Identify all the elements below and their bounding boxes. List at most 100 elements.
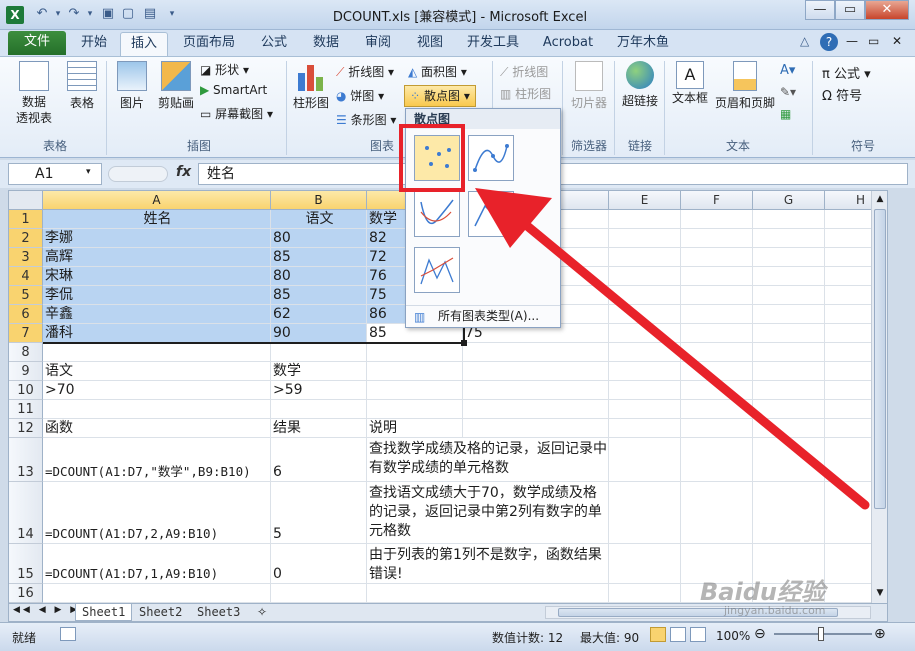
column-chart-button[interactable]: 柱形图 bbox=[292, 61, 330, 111]
scatter-smooth-lines-option[interactable] bbox=[414, 191, 460, 237]
scroll-down-icon[interactable]: ▼ bbox=[872, 585, 887, 601]
slicer-button[interactable]: 切片器 bbox=[568, 61, 610, 111]
cell-a13[interactable]: =DCOUNT(A1:D7,"数学",B9:B10) bbox=[43, 438, 271, 482]
cell-b13[interactable]: 6 bbox=[271, 438, 367, 482]
close-button[interactable]: ✕ bbox=[865, 0, 909, 20]
cell-b3[interactable]: 85 bbox=[271, 248, 367, 267]
undo-icon[interactable]: ↶ bbox=[34, 6, 50, 22]
row-header[interactable]: 5 bbox=[9, 286, 43, 305]
smartart-button[interactable]: ▶ SmartArt bbox=[200, 83, 267, 97]
new-file-icon[interactable]: ▢ bbox=[120, 6, 136, 22]
tab-insert[interactable]: 插入 bbox=[120, 32, 168, 56]
cell-b9[interactable]: 数学 bbox=[271, 362, 367, 381]
cell-b2[interactable]: 80 bbox=[271, 229, 367, 248]
row-header[interactable]: 7 bbox=[9, 324, 43, 343]
pivot-table-button[interactable]: 数据 透视表 bbox=[10, 61, 58, 126]
cell-c12[interactable]: 说明 bbox=[367, 419, 463, 438]
screenshot-button[interactable]: ▭ 屏幕截图 ▾ bbox=[200, 105, 273, 122]
minimize-button[interactable]: — bbox=[805, 0, 835, 20]
undo-dropdown-icon[interactable]: ▾ bbox=[50, 6, 66, 22]
cell-a7[interactable]: 潘科 bbox=[43, 324, 271, 343]
cell-a4[interactable]: 宋琳 bbox=[43, 267, 271, 286]
sheet-tab-3[interactable]: Sheet3 bbox=[191, 604, 246, 621]
row-header[interactable]: 10 bbox=[9, 381, 43, 400]
cell-a16[interactable] bbox=[43, 584, 271, 603]
row-header[interactable]: 11 bbox=[9, 400, 43, 419]
zoom-out-icon[interactable]: ⊖ bbox=[754, 626, 766, 642]
cell-b7[interactable]: 90 bbox=[271, 324, 367, 343]
cell-b10[interactable]: >59 bbox=[271, 381, 367, 400]
tab-home[interactable]: 开始 bbox=[72, 32, 116, 56]
scatter-straight-lines-option[interactable] bbox=[414, 247, 460, 293]
macro-record-icon[interactable] bbox=[60, 627, 76, 641]
excel-app-icon[interactable]: X bbox=[6, 6, 24, 24]
insert-function-icon[interactable]: fx bbox=[176, 164, 191, 180]
equation-button[interactable]: π 公式 ▾ bbox=[822, 63, 871, 82]
cell-a2[interactable]: 李娜 bbox=[43, 229, 271, 248]
help-icon[interactable]: ? bbox=[820, 33, 838, 51]
open-folder-icon[interactable]: ▤ bbox=[142, 6, 158, 22]
wordart-icon[interactable]: A▾ bbox=[780, 63, 795, 78]
row-header[interactable]: 6 bbox=[9, 305, 43, 324]
zoom-level[interactable]: 100% bbox=[716, 629, 750, 643]
tab-view[interactable]: 视图 bbox=[408, 32, 452, 56]
sparkline-column-button[interactable]: ▥ 柱形图 bbox=[500, 85, 551, 102]
zoom-slider-thumb[interactable] bbox=[818, 627, 824, 641]
table-button[interactable]: 表格 bbox=[62, 61, 102, 111]
ribbon-collapse-icon[interactable]: △ bbox=[800, 34, 809, 48]
name-box-dropdown-icon[interactable]: ▾ bbox=[86, 167, 91, 177]
cell-a5[interactable]: 李侃 bbox=[43, 286, 271, 305]
cell-a14[interactable]: =DCOUNT(A1:D7,2,A9:B10) bbox=[43, 482, 271, 544]
cell-b12[interactable]: 结果 bbox=[271, 419, 367, 438]
row-header[interactable]: 4 bbox=[9, 267, 43, 286]
line-chart-button[interactable]: ⟋ 折线图 ▾ bbox=[336, 63, 394, 80]
tab-page-layout[interactable]: 页面布局 bbox=[176, 32, 242, 56]
cell-b11[interactable] bbox=[271, 400, 367, 419]
cell-a8[interactable] bbox=[43, 343, 271, 362]
zoom-in-icon[interactable]: ⊕ bbox=[874, 626, 886, 642]
cell-a10[interactable]: >70 bbox=[43, 381, 271, 400]
cell-b1[interactable]: 语文 bbox=[271, 210, 367, 229]
sheet-tab-2[interactable]: Sheet2 bbox=[133, 604, 188, 621]
page-layout-view-icon[interactable] bbox=[670, 627, 686, 642]
clipart-button[interactable]: 剪贴画 bbox=[156, 61, 196, 111]
tab-formulas[interactable]: 公式 bbox=[252, 32, 296, 56]
cell-a6[interactable]: 辛鑫 bbox=[43, 305, 271, 324]
scatter-smooth-lines-markers-option[interactable] bbox=[468, 135, 514, 181]
cell-b8[interactable] bbox=[271, 343, 367, 362]
symbol-button[interactable]: Ω 符号 bbox=[822, 85, 862, 104]
cell-c9[interactable] bbox=[367, 362, 463, 381]
row-header[interactable]: 14 bbox=[9, 482, 43, 544]
maximize-button[interactable]: ▭ bbox=[835, 0, 865, 20]
tab-developer[interactable]: 开发工具 bbox=[458, 32, 528, 56]
cell-c15[interactable]: 由于列表的第1列不是数字，函数结果错误! bbox=[367, 544, 609, 584]
insert-sheet-icon[interactable]: ✧ bbox=[257, 605, 267, 619]
picture-button[interactable]: 图片 bbox=[114, 61, 150, 111]
scatter-chart-button[interactable]: ⁘ 散点图 ▾ bbox=[404, 85, 476, 107]
bar-chart-button[interactable]: ☰ 条形图 ▾ bbox=[336, 111, 396, 128]
row-header[interactable]: 15 bbox=[9, 544, 43, 584]
cell-a15[interactable]: =DCOUNT(A1:D7,1,A9:B10) bbox=[43, 544, 271, 584]
row-header[interactable]: 3 bbox=[9, 248, 43, 267]
cell-c8[interactable] bbox=[367, 343, 463, 362]
row-header[interactable]: 13 bbox=[9, 438, 43, 482]
cell-e15[interactable] bbox=[609, 544, 681, 584]
tab-review[interactable]: 审阅 bbox=[356, 32, 400, 56]
select-all-corner[interactable] bbox=[9, 191, 43, 210]
doc-close-icon[interactable]: ✕ bbox=[892, 34, 902, 48]
cell-b5[interactable]: 85 bbox=[271, 286, 367, 305]
cell-a3[interactable]: 高辉 bbox=[43, 248, 271, 267]
row-header[interactable]: 2 bbox=[9, 229, 43, 248]
header-footer-button[interactable]: 页眉和页脚 bbox=[714, 61, 776, 111]
row-header[interactable]: 8 bbox=[9, 343, 43, 362]
textbox-button[interactable]: A 文本框 bbox=[670, 61, 710, 106]
cell-b15[interactable]: 0 bbox=[271, 544, 367, 584]
save-icon[interactable]: ▣ bbox=[100, 6, 116, 22]
object-icon[interactable]: ▦ bbox=[780, 107, 791, 121]
pie-chart-button[interactable]: ◕ 饼图 ▾ bbox=[336, 87, 384, 104]
shapes-button[interactable]: ◪ 形状 ▾ bbox=[200, 61, 249, 78]
tab-data[interactable]: 数据 bbox=[304, 32, 348, 56]
page-break-view-icon[interactable] bbox=[690, 627, 706, 642]
cell-c11[interactable] bbox=[367, 400, 463, 419]
normal-view-icon[interactable] bbox=[650, 627, 666, 642]
